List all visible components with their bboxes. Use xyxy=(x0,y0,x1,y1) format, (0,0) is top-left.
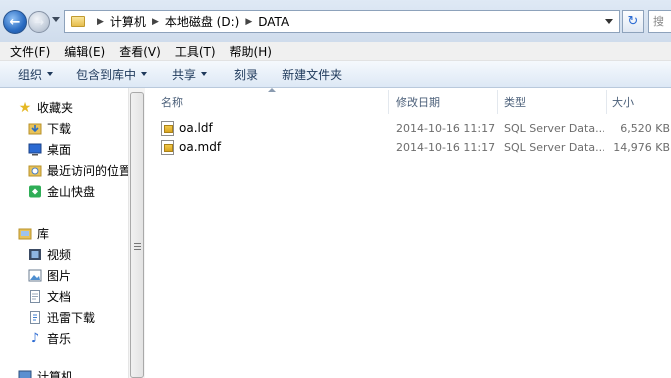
recent-pages-dropdown[interactable] xyxy=(52,17,60,22)
nav-favorites-label: 收藏夹 xyxy=(37,101,74,115)
thunder-download-icon xyxy=(28,311,42,324)
file-modified: 2014-10-16 11:17 xyxy=(396,141,496,154)
file-list: 名称 修改日期 类型 大小 oa.ldf 2014-10-16 11:17 SQ… xyxy=(145,88,671,378)
file-name: oa.ldf xyxy=(179,121,213,135)
nav-item-documents[interactable]: 文档 xyxy=(28,288,71,305)
organize-label: 组织 xyxy=(18,67,43,82)
nav-libraries-label: 库 xyxy=(37,227,50,241)
refresh-icon[interactable]: ↻ xyxy=(622,10,644,33)
grip-icon xyxy=(134,243,141,250)
nav-item-recent-places[interactable]: 最近访问的位置 xyxy=(28,162,131,179)
breadcrumb-separator-icon[interactable]: ▶ xyxy=(97,17,104,27)
navigation-scrollbar[interactable] xyxy=(128,88,145,378)
nav-item-label: 音乐 xyxy=(47,332,72,346)
document-icon xyxy=(28,290,42,303)
file-name-cell: oa.ldf xyxy=(161,119,386,138)
column-divider[interactable] xyxy=(497,90,498,114)
breadcrumb-separator-icon[interactable]: ▶ xyxy=(245,17,252,27)
video-icon xyxy=(28,248,42,261)
include-in-library-button[interactable]: 包含到库中 xyxy=(76,66,148,83)
file-size: 6,520 KB xyxy=(620,122,670,135)
forward-arrow-icon[interactable]: → xyxy=(28,11,50,33)
nav-item-label: 下载 xyxy=(47,122,72,136)
nav-item-label: 桌面 xyxy=(47,143,72,157)
column-divider[interactable] xyxy=(388,90,389,114)
kuaipan-icon xyxy=(28,185,42,198)
file-modified: 2014-10-16 11:17 xyxy=(396,122,496,135)
menu-help[interactable]: 帮助(H) xyxy=(230,43,272,60)
library-icon xyxy=(18,227,32,240)
nav-favorites[interactable]: ★ 收藏夹 xyxy=(18,99,73,116)
nav-computer[interactable]: 计算机 xyxy=(18,368,73,378)
nav-item-label: 最近访问的位置 xyxy=(47,164,132,178)
menu-edit[interactable]: 编辑(E) xyxy=(64,43,105,60)
file-name-cell: oa.mdf xyxy=(161,138,386,157)
menu-view[interactable]: 查看(V) xyxy=(119,43,161,60)
chevron-down-icon xyxy=(201,72,208,76)
music-icon: ♪ xyxy=(30,331,40,346)
scrollbar-thumb[interactable] xyxy=(130,92,144,378)
recent-places-icon xyxy=(28,164,42,177)
new-folder-button[interactable]: 新建文件夹 xyxy=(282,66,342,83)
nav-computer-label: 计算机 xyxy=(37,370,74,378)
menu-bar: 文件(F) 编辑(E) 查看(V) 工具(T) 帮助(H) xyxy=(0,42,671,61)
burn-button[interactable]: 刻录 xyxy=(234,66,258,83)
column-header-type[interactable]: 类型 xyxy=(504,90,526,114)
menu-tools[interactable]: 工具(T) xyxy=(175,43,216,60)
navigation-pane: ★ 收藏夹 下载 桌面 最近访问的位置 金山快盘 库 视频 图片 文档 迅雷下载… xyxy=(0,88,131,378)
nav-item-pictures[interactable]: 图片 xyxy=(28,267,71,284)
address-history-dropdown[interactable] xyxy=(605,19,613,24)
address-toolbar: ← → ▶ 计算机 ▶ 本地磁盘 (D:) ▶ DATA ↻ 搜 xyxy=(0,0,671,42)
picture-icon xyxy=(28,269,42,282)
organize-button[interactable]: 组织 xyxy=(18,66,54,83)
nav-libraries[interactable]: 库 xyxy=(18,225,49,242)
file-name: oa.mdf xyxy=(179,140,222,154)
nav-item-thunder-downloads[interactable]: 迅雷下载 xyxy=(28,309,95,326)
column-header-name[interactable]: 名称 xyxy=(161,90,183,114)
column-divider[interactable] xyxy=(606,90,607,114)
chevron-down-icon xyxy=(47,72,54,76)
folder-icon xyxy=(71,16,85,27)
breadcrumb-data[interactable]: DATA xyxy=(258,15,289,29)
file-row[interactable]: oa.ldf 2014-10-16 11:17 SQL Server Data.… xyxy=(145,119,671,138)
star-icon: ★ xyxy=(18,99,32,116)
breadcrumb-drive-d[interactable]: 本地磁盘 (D:) xyxy=(165,13,239,30)
nav-item-kuaipan[interactable]: 金山快盘 xyxy=(28,183,95,200)
nav-item-label: 迅雷下载 xyxy=(47,311,96,325)
sort-ascending-icon xyxy=(268,88,276,92)
back-arrow-icon[interactable]: ← xyxy=(3,10,27,34)
nav-item-label: 视频 xyxy=(47,248,72,262)
nav-item-videos[interactable]: 视频 xyxy=(28,246,71,263)
search-input[interactable]: 搜 xyxy=(648,10,671,33)
sql-data-file-icon xyxy=(161,121,174,136)
download-folder-icon xyxy=(28,122,42,135)
nav-item-label: 图片 xyxy=(47,269,72,283)
menu-file[interactable]: 文件(F) xyxy=(10,43,50,60)
computer-icon xyxy=(18,370,32,378)
file-row[interactable]: oa.mdf 2014-10-16 11:17 SQL Server Data.… xyxy=(145,138,671,157)
breadcrumb-computer[interactable]: 计算机 xyxy=(110,13,146,30)
column-header-modified[interactable]: 修改日期 xyxy=(396,90,440,114)
chevron-down-icon xyxy=(141,72,148,76)
nav-item-label: 金山快盘 xyxy=(47,185,96,199)
nav-item-label: 文档 xyxy=(47,290,72,304)
breadcrumb-separator-icon[interactable]: ▶ xyxy=(152,17,159,27)
file-size: 14,976 KB xyxy=(613,141,670,154)
share-label: 共享 xyxy=(172,67,197,82)
include-in-library-label: 包含到库中 xyxy=(76,67,137,82)
nav-item-downloads[interactable]: 下载 xyxy=(28,120,71,137)
share-button[interactable]: 共享 xyxy=(172,66,208,83)
sql-data-file-icon xyxy=(161,140,174,155)
nav-item-music[interactable]: ♪ 音乐 xyxy=(28,330,71,347)
column-header-size[interactable]: 大小 xyxy=(612,90,634,114)
nav-item-desktop[interactable]: 桌面 xyxy=(28,141,71,158)
command-bar: 组织 包含到库中 共享 刻录 新建文件夹 xyxy=(0,61,671,88)
address-bar[interactable]: ▶ 计算机 ▶ 本地磁盘 (D:) ▶ DATA xyxy=(64,10,620,33)
desktop-icon xyxy=(28,143,42,156)
